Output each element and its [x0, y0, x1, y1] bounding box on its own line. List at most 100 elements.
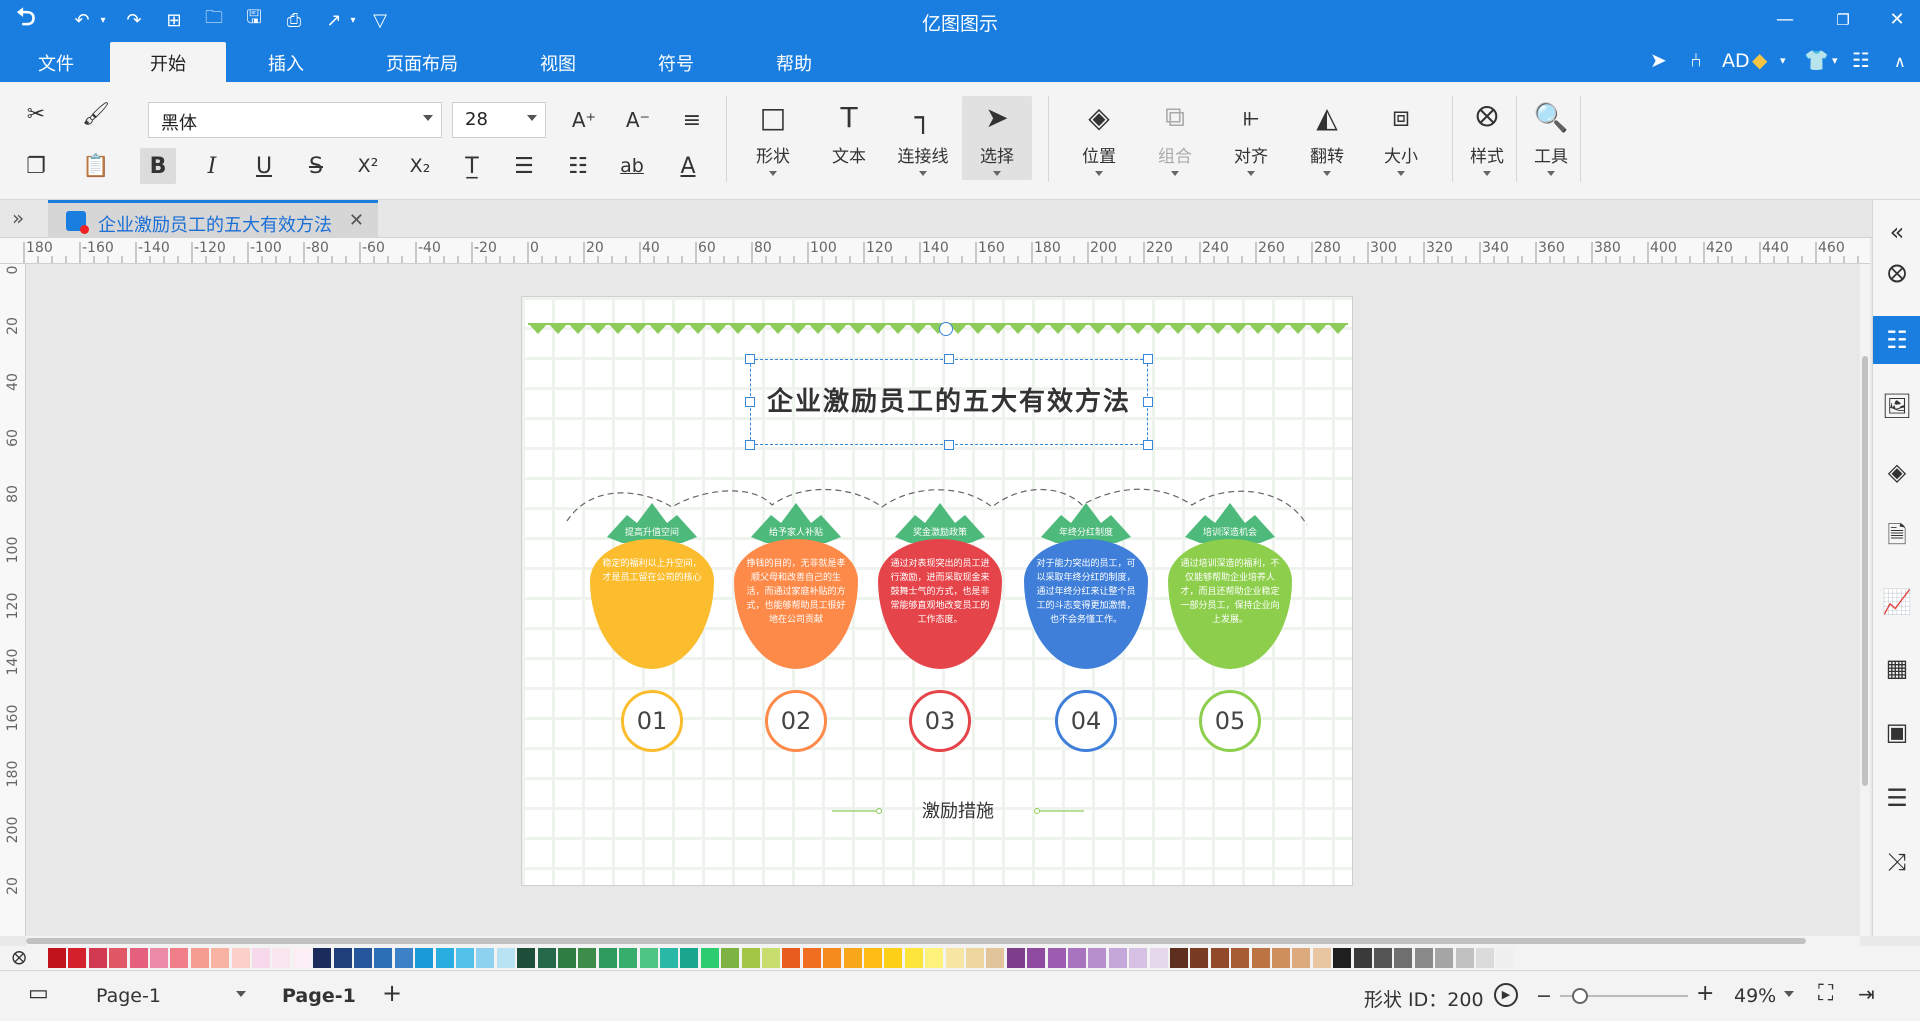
strawberry-title[interactable]: 提高升值空间	[590, 525, 714, 538]
restore-icon[interactable]: ❐	[1828, 6, 1858, 34]
color-swatch[interactable]	[578, 948, 597, 968]
color-swatch[interactable]	[252, 948, 270, 968]
color-swatch[interactable]	[394, 948, 413, 968]
color-swatch[interactable]	[190, 948, 209, 968]
color-swatch[interactable]	[1496, 948, 1515, 968]
strikethrough-icon[interactable]: S	[298, 148, 334, 184]
layout-icon[interactable]: ▣	[1873, 708, 1920, 756]
underline-icon[interactable]: U	[246, 148, 282, 184]
strawberry-shape[interactable]: 稳定的福利以上升空间，才是员工留在公司的核心	[590, 539, 714, 669]
color-swatch[interactable]	[170, 948, 189, 968]
color-swatch[interactable]	[313, 948, 332, 968]
shuffle-icon[interactable]: ⤨	[1873, 838, 1920, 886]
color-swatch[interactable]	[1129, 948, 1148, 968]
color-swatch[interactable]	[1027, 948, 1046, 968]
font-family-select[interactable]: 黑体	[148, 102, 442, 138]
color-swatch[interactable]	[1333, 948, 1352, 968]
highlight-icon[interactable]: ab	[614, 148, 650, 184]
color-swatch[interactable]	[435, 948, 454, 968]
resize-handle[interactable]	[944, 440, 954, 450]
color-swatch[interactable]	[1047, 948, 1066, 968]
font-size-select[interactable]: 28	[452, 102, 546, 138]
color-swatch[interactable]	[802, 948, 821, 968]
close-tab-icon[interactable]: ✕	[349, 210, 364, 231]
step-number[interactable]: 01	[621, 690, 683, 752]
color-swatch[interactable]	[109, 948, 128, 968]
color-swatch[interactable]	[741, 948, 760, 968]
text-style-icon[interactable]: T̲	[454, 148, 490, 184]
fit-page-icon[interactable]: ⛶	[1818, 981, 1833, 1006]
color-swatch[interactable]	[150, 948, 168, 968]
resize-handle[interactable]	[1143, 354, 1153, 364]
color-swatch[interactable]	[823, 948, 842, 968]
user-dropdown-icon[interactable]: ▾	[1780, 54, 1786, 67]
color-swatch[interactable]	[1068, 948, 1086, 968]
color-swatch[interactable]	[1374, 948, 1392, 968]
resize-handle[interactable]	[745, 440, 755, 450]
color-swatch[interactable]	[231, 948, 250, 968]
color-swatch[interactable]	[1272, 948, 1290, 968]
superscript-icon[interactable]: X²	[350, 148, 386, 184]
subscript-icon[interactable]: X₂	[402, 148, 438, 184]
color-swatch[interactable]	[619, 948, 638, 968]
tab-page-layout[interactable]: 页面布局	[384, 50, 460, 76]
vip-diamond-icon[interactable]: ◆	[1752, 48, 1767, 72]
paste-icon[interactable]: 📋	[78, 148, 114, 184]
strawberry-title[interactable]: 培训深造机会	[1168, 525, 1292, 538]
color-swatch[interactable]	[782, 948, 801, 968]
color-swatch[interactable]	[1353, 948, 1372, 968]
zoom-slider[interactable]	[1560, 988, 1688, 1004]
color-swatch[interactable]	[966, 948, 984, 968]
color-swatch[interactable]	[986, 948, 1005, 968]
fit-width-icon[interactable]: ⇥	[1858, 982, 1875, 1006]
color-swatch[interactable]	[660, 948, 678, 968]
minimize-icon[interactable]: —	[1770, 6, 1800, 34]
color-swatch[interactable]	[1108, 948, 1127, 968]
strawberry-title[interactable]: 奖金激励政策	[878, 525, 1002, 538]
color-swatch[interactable]	[639, 948, 658, 968]
document-tab[interactable]: 企业激励员工的五大有效方法 ✕	[48, 200, 378, 238]
resize-handle[interactable]	[745, 354, 755, 364]
color-swatch[interactable]	[292, 948, 311, 968]
color-swatch[interactable]	[721, 948, 740, 968]
page-dropdown-icon[interactable]	[236, 991, 246, 997]
color-swatch[interactable]	[129, 948, 148, 968]
color-swatch[interactable]	[864, 948, 882, 968]
color-swatch[interactable]	[496, 948, 515, 968]
dashboard-icon[interactable]: ☷	[1873, 316, 1920, 364]
step-number[interactable]: 05	[1199, 690, 1261, 752]
color-swatch[interactable]	[517, 948, 536, 968]
fill-bucket-icon[interactable]: ⭙	[12, 948, 26, 969]
page-selector[interactable]: Page-1	[96, 985, 161, 1007]
document-icon[interactable]: 🗎	[1873, 514, 1920, 562]
color-swatch[interactable]	[1251, 948, 1270, 968]
step-number[interactable]: 04	[1055, 690, 1117, 752]
step-number[interactable]: 02	[765, 690, 827, 752]
tab-file[interactable]: 文件	[36, 50, 76, 76]
color-swatch[interactable]	[1394, 948, 1413, 968]
color-swatch[interactable]	[680, 948, 699, 968]
color-swatch[interactable]	[1414, 948, 1433, 968]
color-swatch[interactable]	[700, 948, 719, 968]
size-button[interactable]: ⧈ 大小	[1366, 96, 1436, 180]
select-button[interactable]: ➤ 选择	[962, 96, 1032, 180]
color-swatch[interactable]	[537, 948, 556, 968]
color-swatch[interactable]	[1190, 948, 1209, 968]
apps-icon[interactable]: ☷	[1852, 48, 1870, 72]
collapse-sidebar-icon[interactable]: «	[1873, 208, 1920, 256]
color-swatch[interactable]	[598, 948, 617, 968]
strawberry-title[interactable]: 年终分红制度	[1024, 525, 1148, 538]
text-button[interactable]: T 文本	[814, 96, 884, 180]
color-swatch[interactable]	[558, 948, 576, 968]
color-swatch[interactable]	[48, 948, 66, 968]
share-icon[interactable]: ⑃	[1690, 48, 1702, 72]
strawberry-shape[interactable]: 对于能力突出的员工，可以采取年终分红的制度，通过年终分红来让整个员工的斗志变得更…	[1024, 539, 1148, 669]
color-swatch[interactable]	[884, 948, 903, 968]
zoom-level[interactable]: 49%	[1734, 985, 1776, 1007]
color-swatch[interactable]	[925, 948, 944, 968]
align-button[interactable]: ⫦ 对齐	[1216, 96, 1286, 180]
color-swatch[interactable]	[211, 948, 230, 968]
zoom-dropdown-icon[interactable]	[1784, 991, 1794, 997]
tab-home[interactable]: 开始	[110, 42, 226, 82]
diagram-page[interactable]: 企业激励员工的五大有效方法 提高升值空间 稳定的福利以上升空间，才是员工留在公司的…	[521, 296, 1353, 886]
